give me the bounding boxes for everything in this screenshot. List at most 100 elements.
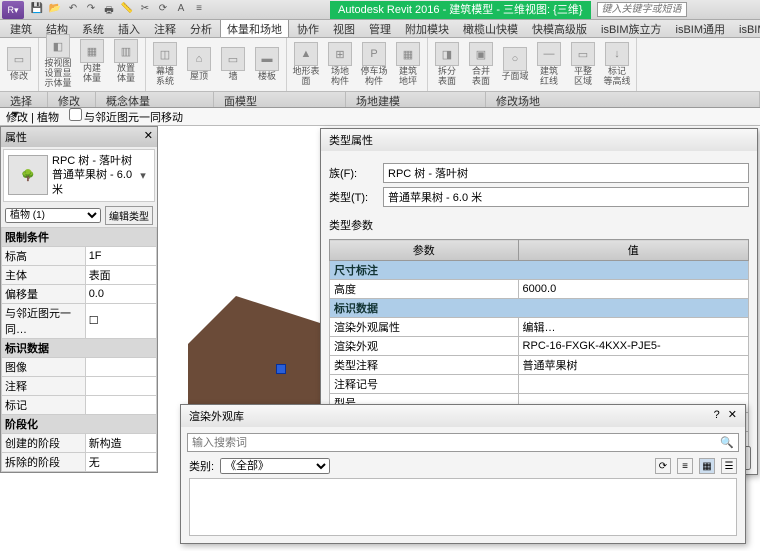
ribbon-btn-2-1[interactable]: ⌂屋顶 [184,47,214,82]
prop-name: 拆除的阶段 [2,452,86,471]
tab-8[interactable]: 视图 [327,20,361,38]
ribbon-btn-4-5[interactable]: ↓标记等高线 [602,42,632,87]
chevron-down-icon[interactable]: ▾ [136,169,150,182]
tab-13[interactable]: isBIM族立方 [595,20,668,38]
param-value[interactable]: 普通苹果树 [518,356,748,375]
param-name: 高度 [330,280,519,299]
ribbon-btn-3-0[interactable]: ▲地形表面 [291,42,321,87]
qat-section-icon[interactable]: ✂ [138,3,152,17]
ribbon-btn-1-0[interactable]: ◧按视图设置显示体量 [43,34,73,89]
param-value[interactable] [518,375,748,394]
ribbon-btn-2-3[interactable]: ▬楼板 [252,47,282,82]
qat-measure-icon[interactable]: 📏 [120,3,134,17]
col-param: 参数 [330,240,519,261]
type-selector[interactable]: 🌳 RPC 树 - 落叶树 普通苹果树 - 6.0 米 ▾ [3,149,155,202]
ribbon-btn-3-1[interactable]: ⊞场地构件 [325,42,355,87]
qat-save-icon[interactable]: 💾 [30,3,44,17]
edit-type-button[interactable]: 编辑类型 [105,206,153,225]
close-icon[interactable]: ✕ [144,129,153,145]
dialog-title: 类型属性 [329,132,373,148]
prop-name: 与邻近图元一同… [2,303,86,338]
grid-view-icon[interactable]: ▦ [699,458,715,474]
tab-6[interactable]: 体量和场地 [220,20,289,38]
render-library-dialog: 渲染外观库 ?✕ 🔍 类别: 《全部》 ⟳ ≡ ▦ ☰ [180,404,746,544]
category-combo[interactable]: 《全部》 [220,458,330,474]
selected-element-grip[interactable] [276,364,286,374]
category-filter[interactable]: 植物 (1) [5,208,101,223]
properties-grid: 限制条件标高1F主体表面偏移量0.0与邻近图元一同…☐标识数据图像注释标记阶段化… [1,227,157,472]
prop-value[interactable]: 表面 [85,265,156,284]
param-value[interactable]: 编辑… [518,318,748,337]
tab-7[interactable]: 协作 [291,20,325,38]
tab-9[interactable]: 管理 [363,20,397,38]
ribbon-btn-4-3[interactable]: —建筑红线 [534,42,564,87]
close-icon[interactable]: ✕ [728,409,737,421]
family-label: 族(F): [329,165,377,181]
qat-redo-icon[interactable]: ↷ [84,3,98,17]
ribbon-btn-1-1[interactable]: ▦内建体量 [77,39,107,84]
prop-name: 偏移量 [2,284,86,303]
list-view-icon[interactable]: ≡ [677,458,693,474]
tree-icon: 🌳 [8,155,48,195]
context-label: 修改 | 植物 [6,109,59,125]
prop-value[interactable]: 新构造 [85,433,156,452]
move-with-neighbors-checkbox[interactable]: 与邻近图元一同移动 [69,108,183,125]
help-icon[interactable]: ? [714,409,720,421]
ribbon-btn-2-2[interactable]: ▭墙 [218,47,248,82]
library-list[interactable] [189,478,737,536]
ribbon-btn-3-3[interactable]: ▦建筑地坪 [393,42,423,87]
ribbon-btn-4-4[interactable]: ▭平整区域 [568,42,598,87]
prop-name: 注释 [2,376,86,395]
search-box[interactable]: 🔍 [187,433,739,452]
select-dropdown[interactable]: 选择 ▼ [0,92,48,107]
qat-open-icon[interactable]: 📂 [48,3,62,17]
prop-name: 标记 [2,395,86,414]
ribbon-btn-4-1[interactable]: ▣合并表面 [466,42,496,87]
ribbon-btn-3-2[interactable]: P停车场构件 [359,42,389,87]
detail-view-icon[interactable]: ☰ [721,458,737,474]
param-name: 渲染外观 [330,337,519,356]
param-value[interactable]: RPC-16-FXGK-4KXX-PJE5- [518,337,748,356]
type-combo[interactable]: 普通苹果树 - 6.0 米 [383,187,749,207]
group-label: 修改 [48,92,96,107]
param-value[interactable]: 6000.0 [518,280,748,299]
prop-value[interactable]: 1F [85,246,156,265]
prop-value[interactable] [85,376,156,395]
qat-print-icon[interactable]: 🖶 [102,3,116,17]
param-name: 渲染外观属性 [330,318,519,337]
search-input[interactable] [192,436,720,449]
tab-15[interactable]: isBIM土建 [733,20,760,38]
type-name: 普通苹果树 - 6.0 米 [52,168,136,197]
tab-10[interactable]: 附加模块 [399,20,455,38]
prop-value[interactable]: 无 [85,452,156,471]
app-menu-button[interactable]: R▾ [2,1,24,19]
window-title: Autodesk Revit 2016 - 建筑模型 - 三维视图: {三维} [330,1,591,19]
keyword-search-input[interactable] [597,2,687,17]
options-bar: 修改 | 植物 与邻近图元一同移动 [0,108,760,126]
search-icon[interactable]: 🔍 [720,436,734,449]
tab-11[interactable]: 橄榄山快模 [457,20,524,38]
tab-0[interactable]: 建筑 [4,20,38,38]
tab-5[interactable]: 分析 [184,20,218,38]
ribbon-btn-4-2[interactable]: ○子面域 [500,47,530,82]
qat-undo-icon[interactable]: ↶ [66,3,80,17]
ribbon: ▭修改◧按视图设置显示体量▦内建体量▥放置体量◫幕墙系统⌂屋顶▭墙▬楼板▲地形表… [0,38,760,92]
prop-value[interactable] [85,357,156,376]
qat-a-icon[interactable]: A [174,3,188,17]
tab-4[interactable]: 注释 [148,20,182,38]
qat-b-icon[interactable]: ≡ [192,3,206,17]
qat-sync-icon[interactable]: ⟳ [156,3,170,17]
ribbon-btn-2-0[interactable]: ◫幕墙系统 [150,42,180,87]
ribbon-btn-4-0[interactable]: ◨拆分表面 [432,42,462,87]
type-params-label: 类型参数 [329,217,749,233]
prop-value[interactable]: ☐ [85,303,156,338]
tab-12[interactable]: 快模高级版 [526,20,593,38]
tab-14[interactable]: isBIM通用 [670,20,732,38]
ribbon-btn-0-0[interactable]: ▭修改 [4,47,34,82]
prop-value[interactable] [85,395,156,414]
prop-name: 图像 [2,357,86,376]
family-combo[interactable]: RPC 树 - 落叶树 [383,163,749,183]
ribbon-btn-1-2[interactable]: ▥放置体量 [111,39,141,84]
refresh-icon[interactable]: ⟳ [655,458,671,474]
prop-value[interactable]: 0.0 [85,284,156,303]
